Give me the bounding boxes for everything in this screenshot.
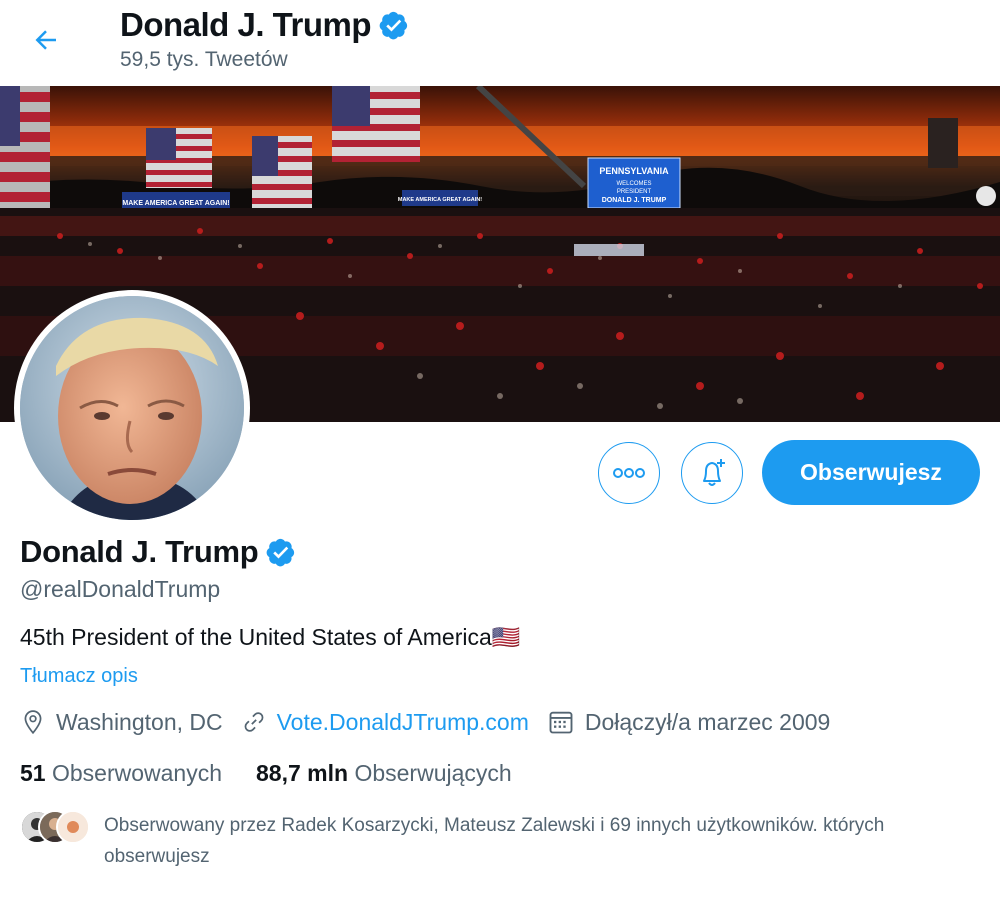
more-icon: [613, 468, 645, 478]
avatar[interactable]: [14, 290, 250, 526]
flag-1: [146, 128, 212, 188]
followers-count: 88,7 mln: [256, 760, 349, 786]
header-name: Donald J. Trump: [120, 6, 372, 43]
stage-sign-line-4: DONALD J. TRUMP: [602, 197, 667, 204]
following-label: Obserwowanych: [51, 760, 223, 786]
arrow-left-icon: [35, 30, 56, 50]
translate-bio-link[interactable]: Tłumacz opis: [20, 665, 138, 688]
bio-text: 45th President of the United States of A…: [20, 624, 492, 650]
profile-handle: @realDonaldTrump: [20, 576, 221, 602]
stage-sign-line-3: PRESIDENT: [617, 189, 652, 195]
following-button[interactable]: Obserwujesz: [762, 440, 980, 505]
mutual-avatar-3: [56, 810, 90, 844]
verified-badge-icon: [379, 11, 408, 40]
website: Vote.DonaldJTrump.com: [241, 709, 529, 736]
us-flag-icon: 🇺🇸: [491, 624, 521, 650]
more-button[interactable]: [598, 442, 660, 504]
join-date-text: Dołączył/a marzec 2009: [584, 708, 831, 735]
stage-sign-line-1: PENNSYLVANIA: [599, 166, 669, 176]
stage-sign-line-2: WELCOMES: [616, 181, 651, 187]
banner-sign-right: MAKE AMERICA GREAT AGAIN!: [398, 197, 482, 203]
profile-name-row: Donald J. Trump: [20, 534, 296, 570]
following-count: 51: [20, 760, 46, 786]
flag-3: [332, 86, 420, 162]
link-icon: [244, 712, 263, 732]
followed-by[interactable]: Obserwowany przez Radek Kosarzycki, Mate…: [20, 810, 980, 872]
followers-link[interactable]: 88,7 mln Obserwujących: [256, 760, 512, 787]
banner-sign-left: MAKE AMERICA GREAT AGAIN!: [122, 200, 229, 207]
back-button[interactable]: [26, 22, 66, 58]
calendar-icon: [549, 711, 573, 734]
verified-badge-icon: [266, 538, 295, 567]
notifications-button[interactable]: [681, 442, 743, 504]
mutual-avatars: [20, 810, 96, 844]
join-date: Dołączył/a marzec 2009: [547, 708, 830, 736]
top-bar: Donald J. Trump 59,5 tys. Tweetów: [0, 0, 1000, 86]
website-link[interactable]: Vote.DonaldJTrump.com: [277, 709, 529, 736]
location-pin-icon: [24, 710, 42, 735]
profile-meta: Washington, DC Vote.DonaldJTrump.com Doł…: [20, 708, 848, 736]
tweet-count: 59,5 tys. Tweetów: [120, 48, 288, 71]
followed-by-text: Obserwowany przez Radek Kosarzycki, Mate…: [104, 815, 885, 867]
flag-left: [0, 86, 50, 216]
location: Washington, DC: [20, 709, 223, 736]
profile-bio: 45th President of the United States of A…: [20, 624, 520, 651]
location-text: Washington, DC: [56, 708, 223, 735]
follow-stats: 51 Obserwowanych 88,7 mln Obserwujących: [20, 760, 546, 787]
avatar-image: [20, 296, 244, 520]
header-title: Donald J. Trump: [120, 6, 409, 44]
following-link[interactable]: 51 Obserwowanych: [20, 760, 222, 787]
followers-label: Obserwujących: [354, 760, 512, 786]
bell-plus-icon: [703, 459, 725, 486]
profile-name: Donald J. Trump: [20, 534, 259, 569]
